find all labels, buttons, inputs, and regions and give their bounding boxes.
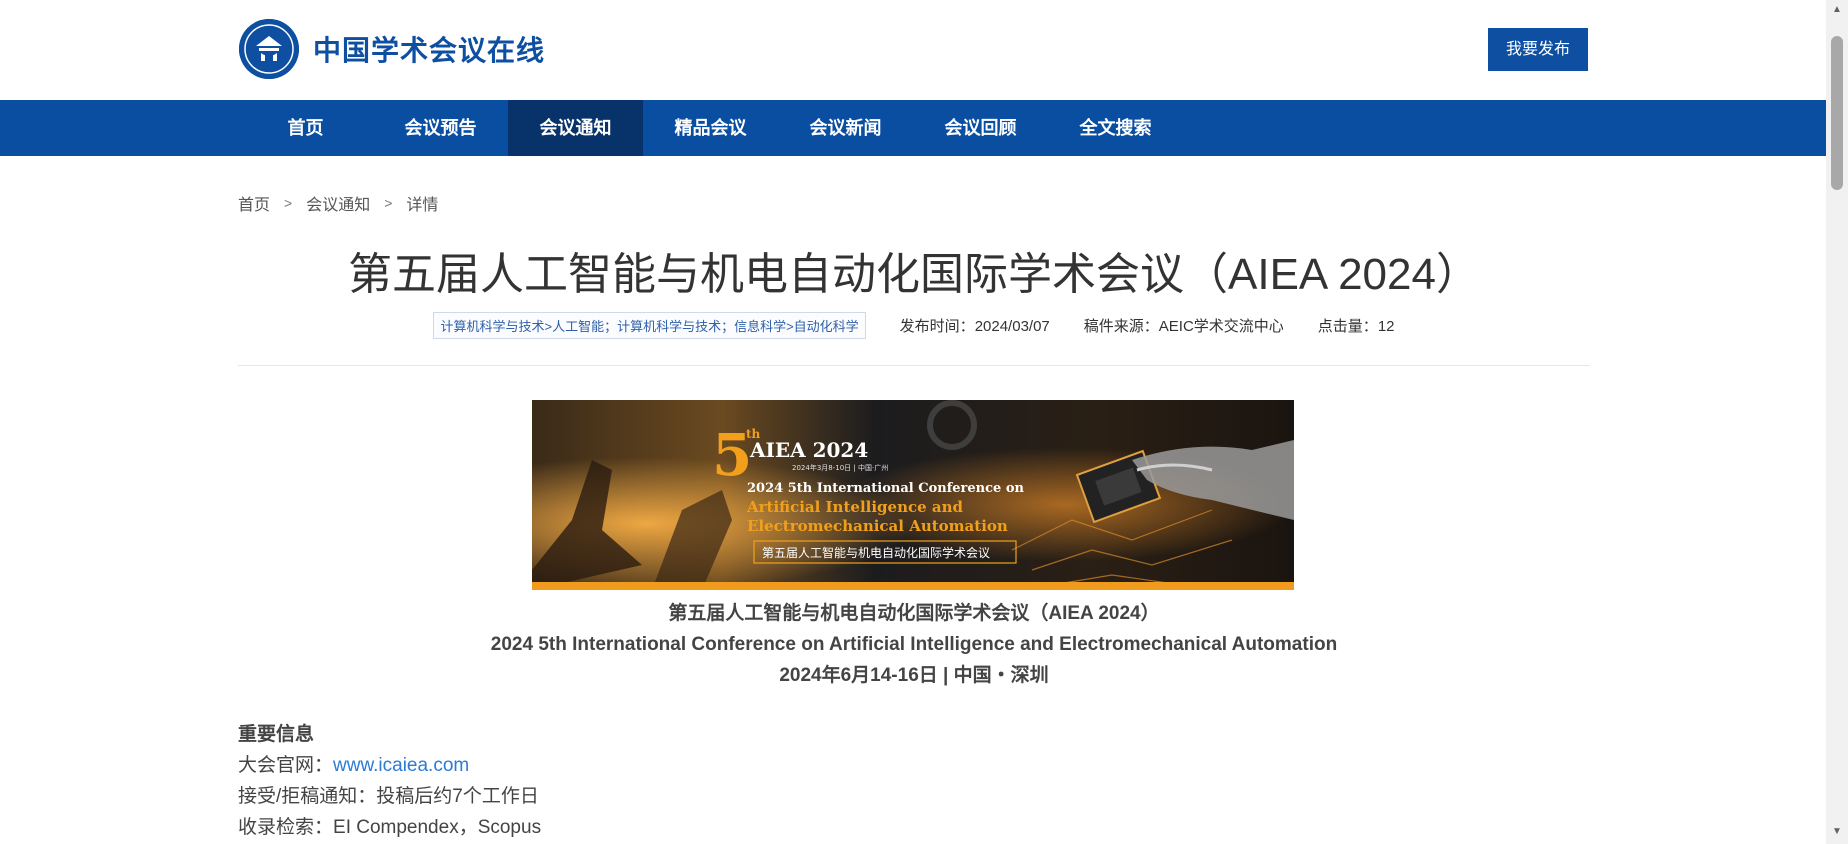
site-header: 中国学术会议在线 我要发布	[0, 0, 1826, 100]
banner-conf-line3: Electromechanical Automation	[747, 517, 1008, 535]
scrollbar-thumb[interactable]	[1831, 36, 1843, 190]
notice-row: 接受/拒稿通知：投稿后约7个工作日	[238, 781, 541, 812]
conference-date-place: 2024年6月14-16日 | 中国・深圳	[779, 665, 1049, 686]
banner-conf-line2: Artificial Intelligence and	[746, 498, 963, 516]
banner-acronym: AIEA 2024	[749, 438, 868, 462]
publish-time-value: 2024/03/07	[974, 318, 1050, 335]
scroll-up-icon[interactable]: ▲	[1831, 4, 1843, 16]
page-scrollbar[interactable]: ▲ ▼	[1826, 0, 1848, 844]
nav-item-fulltext-search[interactable]: 全文搜索	[1048, 100, 1183, 156]
scroll-down-icon[interactable]: ▼	[1831, 826, 1843, 838]
nav-item-home[interactable]: 首页	[238, 100, 373, 156]
banner-artwork: 5 th AIEA 2024 2024年3月8-10日 | 中国·广州 2024…	[532, 400, 1294, 590]
index-label: 收录检索：	[238, 817, 334, 838]
site-title: 中国学术会议在线	[313, 34, 546, 67]
notice-label: 接受/拒稿通知：	[238, 786, 377, 807]
banner-date: 2024年3月8-10日 | 中国·广州	[792, 463, 888, 472]
publish-button[interactable]: 我要发布	[1488, 28, 1588, 71]
click-count: 点击量：12	[1318, 315, 1395, 336]
logo-emblem-icon	[239, 19, 299, 79]
nav-item-preview[interactable]: 会议预告	[373, 100, 508, 156]
clicks-label: 点击量：	[1317, 318, 1378, 335]
conference-heading: 第五届人工智能与机电自动化国际学术会议（AIEA 2024） 2024 5th …	[238, 598, 1590, 691]
publish-time: 发布时间：2024/03/07	[900, 315, 1050, 336]
breadcrumb: 首页 > 会议通知 > 详情	[238, 191, 438, 215]
source-value: AEIC学术交流中心	[1158, 318, 1284, 335]
category-tag[interactable]: 计算机科学与技术>人工智能；计算机科学与技术；信息科学>自动化科学	[433, 312, 866, 339]
nav-item-review[interactable]: 会议回顾	[913, 100, 1048, 156]
breadcrumb-home[interactable]: 首页	[238, 191, 270, 215]
conference-cn-title: 第五届人工智能与机电自动化国际学术会议（AIEA 2024）	[668, 603, 1160, 624]
index-row: 收录检索：EI Compendex，Scopus	[238, 812, 541, 843]
website-row: 大会官网：www.icaiea.com	[238, 750, 541, 781]
title-divider	[238, 365, 1590, 366]
nav-item-featured[interactable]: 精品会议	[643, 100, 778, 156]
conference-en-title: 2024 5th International Conference on Art…	[490, 634, 1338, 655]
breadcrumb-notice[interactable]: 会议通知	[306, 191, 370, 215]
breadcrumb-current: 详情	[406, 197, 439, 214]
article-meta: 计算机科学与技术>人工智能；计算机科学与技术；信息科学>自动化科学 发布时间：2…	[238, 312, 1590, 339]
website-link[interactable]: www.icaiea.com	[333, 755, 469, 776]
breadcrumb-separator: >	[384, 195, 393, 211]
banner-accent-bar	[532, 582, 1294, 590]
page-title: 第五届人工智能与机电自动化国际学术会议（AIEA 2024）	[348, 250, 1480, 299]
breadcrumb-separator: >	[284, 195, 293, 211]
nav-item-notice[interactable]: 会议通知	[508, 100, 643, 156]
index-value: EI Compendex，Scopus	[333, 817, 542, 838]
article-source: 稿件来源：AEIC学术交流中心	[1084, 315, 1284, 336]
website-label: 大会官网：	[238, 755, 334, 776]
clicks-value: 12	[1377, 318, 1395, 335]
banner-cn-name: 第五届人工智能与机电自动化国际学术会议	[762, 545, 990, 560]
important-info-heading: 重要信息	[238, 724, 315, 745]
nav-item-news[interactable]: 会议新闻	[778, 100, 913, 156]
publish-time-label: 发布时间：	[899, 318, 975, 335]
banner-conf-line1: 2024 5th International Conference on	[747, 481, 1025, 496]
notice-value: 投稿后约7个工作日	[376, 786, 539, 807]
source-label: 稿件来源：	[1083, 318, 1159, 335]
conference-banner: 5 th AIEA 2024 2024年3月8-10日 | 中国·广州 2024…	[532, 400, 1294, 590]
main-nav: 首页 会议预告 会议通知 精品会议 会议新闻 会议回顾 全文搜索	[0, 100, 1826, 156]
site-logo[interactable]: 中国学术会议在线	[239, 19, 545, 79]
important-info: 重要信息 大会官网：www.icaiea.com 接受/拒稿通知：投稿后约7个工…	[238, 719, 541, 843]
